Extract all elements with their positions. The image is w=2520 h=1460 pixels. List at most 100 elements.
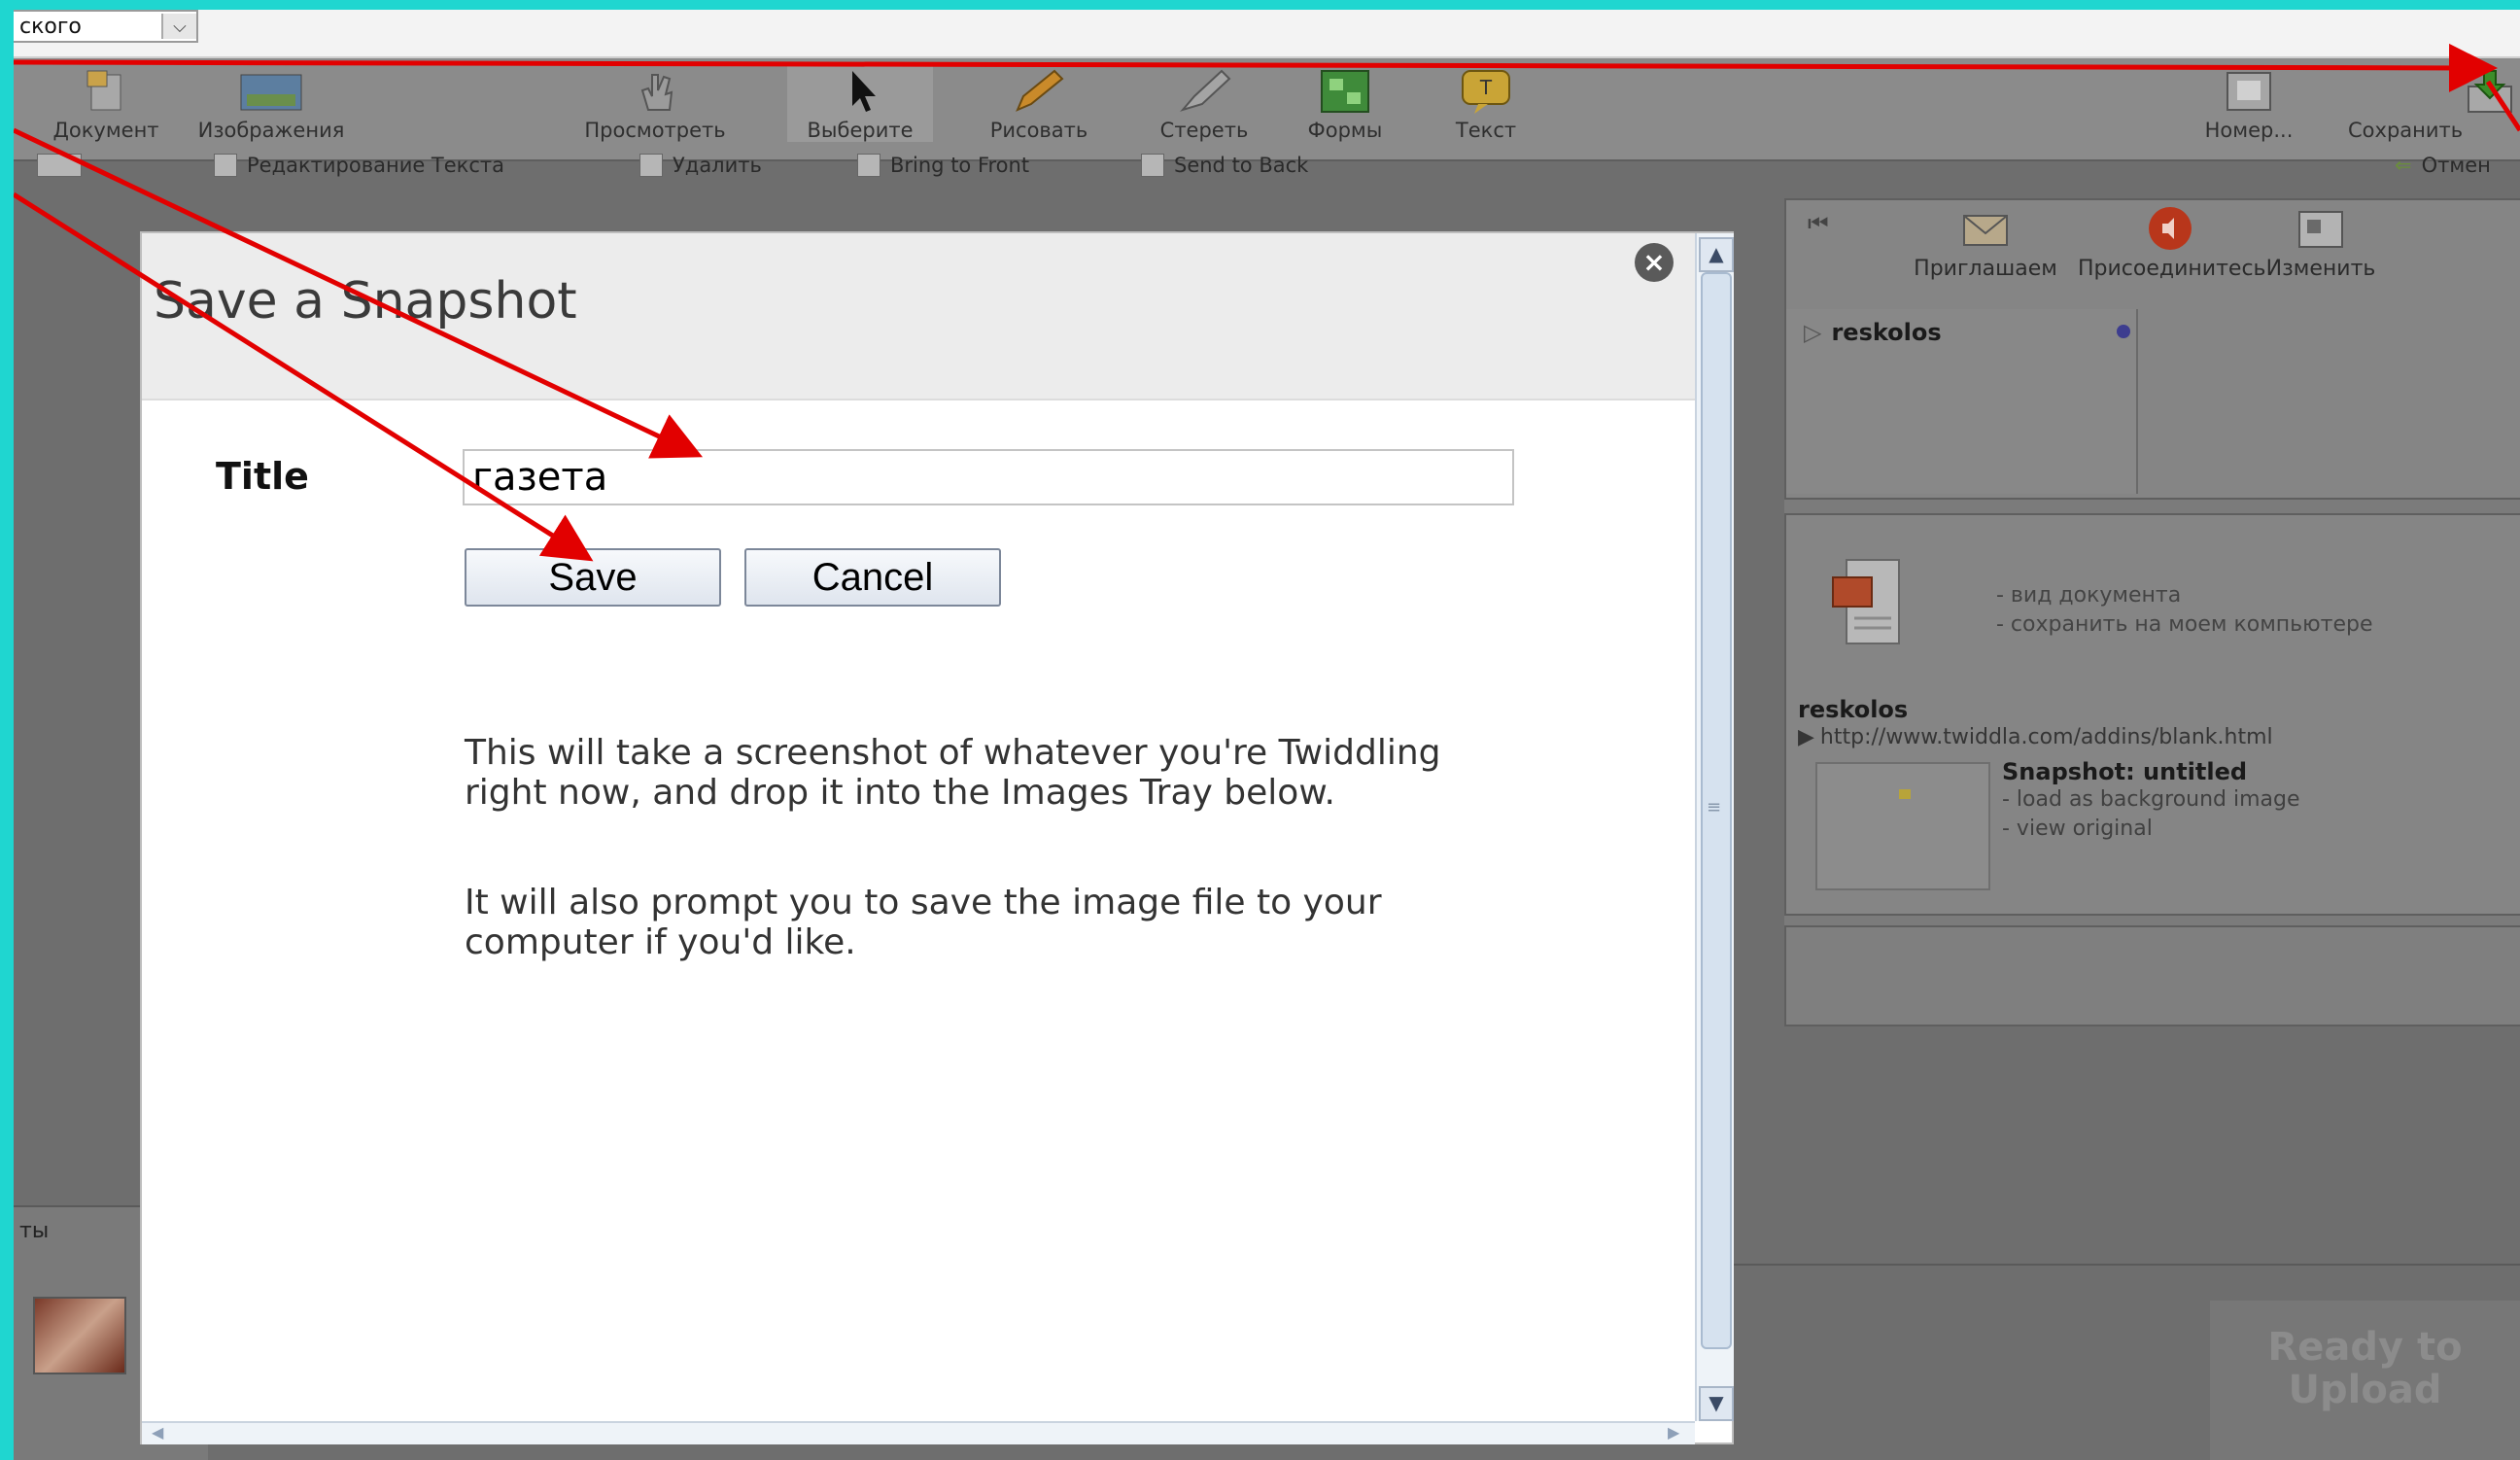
dialog-header: Save a Snapshot × xyxy=(142,233,1695,400)
user-heading: reskolos xyxy=(1798,696,1909,723)
snapshot-title: Snapshot: untitled xyxy=(2002,758,2248,785)
tool-label: Рисовать xyxy=(989,119,1088,142)
delete-button[interactable]: Удалить xyxy=(639,154,762,177)
join-button[interactable]: Присоединитесь xyxy=(2078,204,2266,281)
tool-label: Текст xyxy=(1455,119,1517,142)
scroll-right-icon[interactable]: ▶ xyxy=(1668,1423,1679,1442)
delete-icon xyxy=(639,154,663,177)
send-back-label: Send to Back xyxy=(1174,154,1309,177)
tool-label: Просмотреть xyxy=(584,119,726,142)
horizontal-scrollbar[interactable]: ◀ ▶ xyxy=(142,1421,1695,1444)
grip-icon: ≡ xyxy=(1707,797,1722,817)
document-file-icon xyxy=(1832,559,1900,644)
right-panel: ⏮ Приглашаем Присоединитесь Изменить ▷ r… xyxy=(1784,198,2520,1026)
prompt-paragraph: It will also prompt you to save the imag… xyxy=(465,883,1382,962)
tool-erase[interactable]: Стереть xyxy=(1131,64,1277,142)
thumbnail-mark xyxy=(1899,789,1911,799)
tool-phone[interactable]: Номер... xyxy=(2181,64,2317,142)
delete-label: Удалить xyxy=(673,154,762,177)
title-input[interactable] xyxy=(463,449,1514,505)
language-select-value: ского xyxy=(19,14,82,39)
view-original-link[interactable]: - view original xyxy=(2002,817,2153,841)
undo-button[interactable]: ⇐ Отмен xyxy=(2395,154,2491,177)
user-row[interactable]: ▷ reskolos xyxy=(1804,319,1942,346)
edit-text-label: Редактирование Текста xyxy=(247,154,505,177)
tool-label: Сохранить xyxy=(2348,119,2464,142)
edit-text-button[interactable]: Редактирование Текста xyxy=(214,154,504,177)
save-to-computer-link[interactable]: - сохранить на моем компьютере xyxy=(1996,612,2373,637)
tool-text[interactable]: T Текст xyxy=(1413,64,1559,142)
scroll-left-icon[interactable]: ◀ xyxy=(152,1423,163,1442)
tool-label: Документ xyxy=(52,119,159,142)
title-field-label: Title xyxy=(216,455,309,498)
chevron-down-icon[interactable]: ⌵ xyxy=(161,14,196,39)
expand-icon: ▶ xyxy=(1798,725,1814,749)
load-background-link[interactable]: - load as background image xyxy=(2002,787,2300,812)
tool-images[interactable]: Изображения xyxy=(189,64,354,142)
chat-input-box[interactable] xyxy=(1784,925,2520,1026)
close-icon[interactable]: × xyxy=(1635,243,1674,282)
text-icon: T xyxy=(1413,64,1559,119)
bring-front-label: Bring to Front xyxy=(890,154,1030,177)
envelope-icon xyxy=(1963,215,2008,246)
user-pointer-icon: ▷ xyxy=(1804,319,1822,346)
send-back-icon xyxy=(1141,154,1164,177)
tool-label: Номер... xyxy=(2204,119,2294,142)
card-icon xyxy=(2298,211,2343,248)
subbar-blank xyxy=(37,154,82,177)
users-list: ▷ reskolos xyxy=(1786,309,2138,494)
tool-document[interactable]: Документ xyxy=(33,64,179,142)
scroll-up-icon[interactable]: ▲ xyxy=(1699,237,1734,272)
language-select[interactable]: ского ⌵ xyxy=(14,10,198,43)
tool-label: Изображения xyxy=(197,119,345,142)
tool-draw[interactable]: Рисовать xyxy=(966,64,1112,142)
main-toolbar: Документ Изображения Просмотреть Выберит… xyxy=(14,58,2520,177)
tray-label: ты xyxy=(19,1219,50,1243)
tool-select[interactable]: Выберите xyxy=(787,64,933,142)
edit-text-icon xyxy=(214,154,237,177)
pointer-icon xyxy=(787,64,933,119)
phone-icon xyxy=(2181,64,2317,119)
snapshot-thumbnail[interactable] xyxy=(1815,762,1990,890)
description-paragraph: This will take a screenshot of whatever … xyxy=(465,733,1441,813)
save-button[interactable]: Save xyxy=(465,548,721,607)
ready-to-upload: Ready to Upload xyxy=(2210,1301,2520,1460)
addin-url: http://www.twiddla.com/addins/blank.html xyxy=(1819,725,2273,749)
hand-icon xyxy=(568,64,742,119)
send-to-back-button[interactable]: Send to Back xyxy=(1141,154,1308,177)
addin-url-row[interactable]: ▶ http://www.twiddla.com/addins/blank.ht… xyxy=(1798,725,2273,749)
tool-label: Формы xyxy=(1307,119,1383,142)
pencil-icon xyxy=(966,64,1112,119)
scroll-down-icon[interactable]: ▼ xyxy=(1699,1386,1734,1421)
dialog-title: Save a Snapshot xyxy=(154,272,577,330)
shapes-icon xyxy=(1277,64,1413,119)
eraser-icon xyxy=(1131,64,1277,119)
svg-text:T: T xyxy=(1479,76,1493,99)
documents-box: - вид документа - сохранить на моем комп… xyxy=(1784,513,2520,916)
save-snapshot-dialog: Save a Snapshot × Title Save Cancel This… xyxy=(140,231,1734,1444)
invite-button[interactable]: Приглашаем xyxy=(1903,204,2068,281)
app-frame: ского ⌵ Документ Изображения Просмотреть xyxy=(14,10,2520,1460)
vertical-scrollbar[interactable]: ▲ ≡ ▼ xyxy=(1695,233,1734,1421)
status-dot xyxy=(2117,325,2130,338)
tool-label: Выберите xyxy=(807,119,914,142)
top-bar: ского ⌵ xyxy=(14,10,2520,58)
tray-thumbnail[interactable] xyxy=(33,1297,126,1374)
cancel-button[interactable]: Cancel xyxy=(744,548,1001,607)
tool-shapes[interactable]: Формы xyxy=(1277,64,1413,142)
user-name: reskolos xyxy=(1831,319,1942,346)
first-icon[interactable]: ⏮ xyxy=(1808,210,1829,237)
change-label: Изменить xyxy=(2265,257,2376,281)
edit-subbar: Редактирование Текста Удалить Bring to F… xyxy=(14,150,2520,187)
tool-view[interactable]: Просмотреть xyxy=(568,64,742,142)
document-icon xyxy=(33,64,179,119)
save-icon xyxy=(2342,64,2520,119)
join-label: Присоединитесь xyxy=(2078,257,2266,281)
undo-icon: ⇐ xyxy=(2395,154,2412,177)
change-button[interactable]: Изменить xyxy=(2253,204,2389,281)
tool-label: Стереть xyxy=(1159,119,1249,142)
bring-to-front-button[interactable]: Bring to Front xyxy=(857,154,1029,177)
participants-box: ⏮ Приглашаем Присоединитесь Изменить ▷ r… xyxy=(1784,198,2520,500)
tool-save[interactable]: Сохранить xyxy=(2342,64,2520,142)
view-document-link[interactable]: - вид документа xyxy=(1996,583,2181,608)
